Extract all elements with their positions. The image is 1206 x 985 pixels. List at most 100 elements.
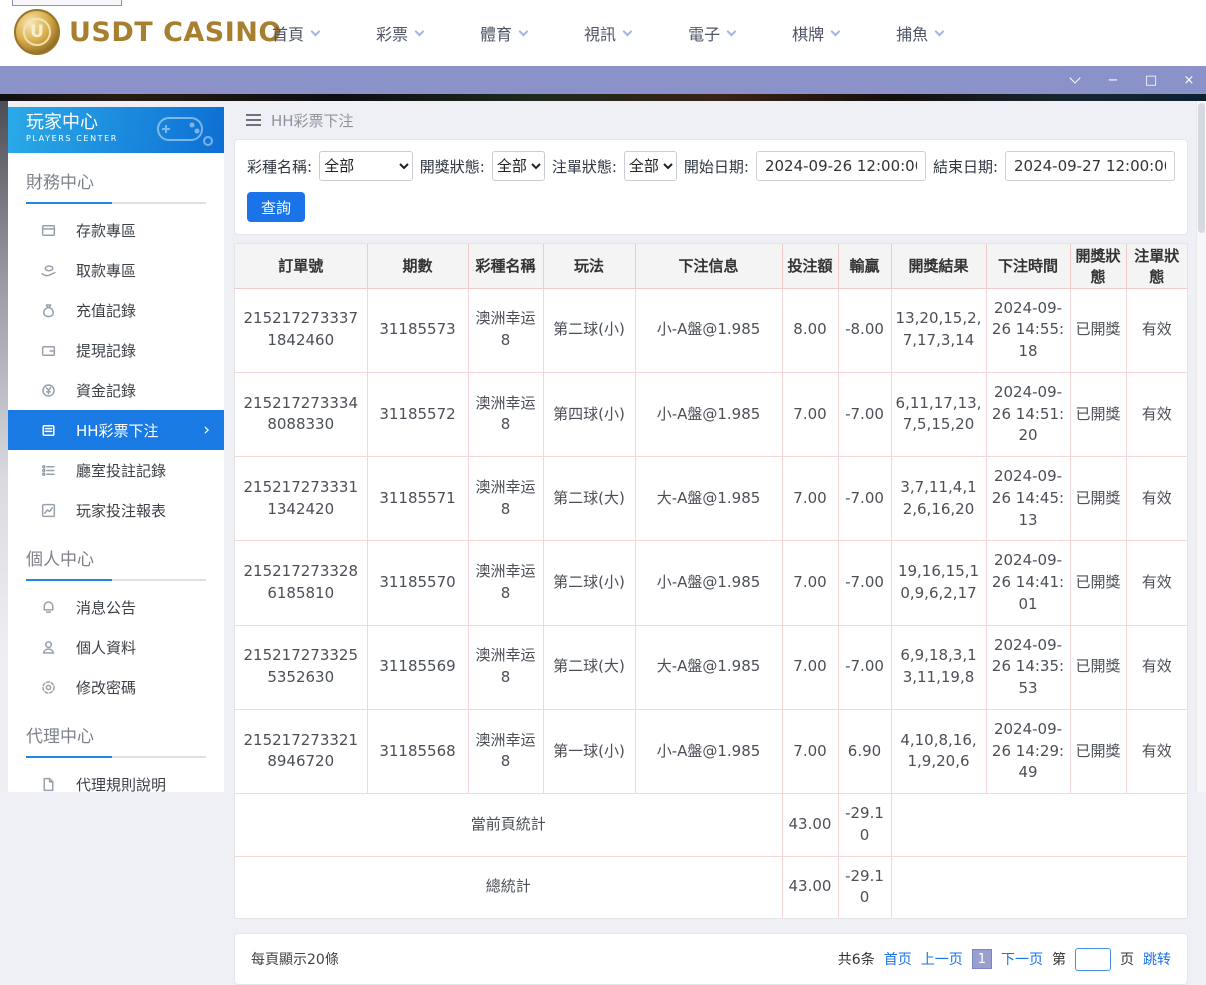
sidebar-section-title: 個人中心	[26, 550, 94, 570]
sidebar-item-代理規則說明[interactable]: 代理規則說明	[8, 764, 224, 804]
table-cell: 小-A盤@1.985	[634, 709, 782, 795]
vertical-scrollbar[interactable]	[1196, 101, 1206, 792]
table-cell: 31185573	[366, 288, 468, 373]
maximize-button[interactable]: □	[1142, 71, 1160, 89]
page-summary-row: 當前頁統計 43.00 -29.10	[235, 793, 1187, 857]
summary-bet-total: 43.00	[781, 856, 838, 918]
column-header-開獎狀態: 開獎狀態	[1069, 244, 1126, 289]
table-cell: 澳洲幸运8	[467, 709, 543, 795]
person-icon	[40, 639, 57, 656]
sidebar-section-head: 財務中心	[8, 153, 224, 204]
start-date-input[interactable]	[755, 151, 926, 181]
table-cell: 有效	[1125, 372, 1187, 458]
table-cell: 小-A盤@1.985	[634, 540, 782, 626]
sidebar-section-title: 財務中心	[26, 173, 94, 193]
sidebar-item-充值記錄[interactable]: 充值記錄	[8, 290, 224, 330]
nav-item-7[interactable]: 捕魚	[896, 21, 945, 45]
pager: 共6条 首页 上一页 1 下一页 第 页 跳转	[837, 947, 1171, 971]
sidebar-item-消息公告[interactable]: 消息公告	[8, 587, 224, 627]
section-divider	[26, 756, 206, 758]
page-jump-input[interactable]	[1075, 947, 1111, 971]
scrollbar-thumb[interactable]	[1198, 103, 1205, 233]
nav-item-label: 棋牌	[792, 25, 825, 44]
table-cell: -8.00	[837, 288, 891, 373]
sidebar-item-資金記錄[interactable]: 資金記錄	[8, 370, 224, 410]
nav-item-3[interactable]: 體育	[480, 21, 529, 45]
end-date-input[interactable]	[1005, 151, 1175, 181]
nav-item-label: 彩票	[376, 25, 409, 44]
coin-icon	[40, 382, 57, 399]
sidebar-section-title: 代理中心	[26, 727, 94, 747]
table-cell: 已開獎	[1069, 288, 1126, 373]
sidebar-item-玩家投注報表[interactable]: 玩家投注報表	[8, 490, 224, 530]
gear-icon	[40, 679, 57, 696]
nav-item-label: 首頁	[272, 25, 305, 44]
table-cell: 已開獎	[1069, 372, 1126, 458]
nav-item-4[interactable]: 視訊	[584, 21, 633, 45]
window-titlebar: − □ ×	[0, 66, 1206, 94]
sidebar-item-label: 消息公告	[76, 598, 137, 617]
menu-icon[interactable]	[246, 114, 261, 126]
table-cell: 2152172733286185810	[235, 540, 367, 626]
chevron-down-button[interactable]	[1066, 71, 1084, 89]
order-status-select[interactable]: 全部	[623, 151, 677, 181]
sidebar-item-提現記錄[interactable]: 提現記錄	[8, 330, 224, 370]
nav-item-6[interactable]: 棋牌	[792, 21, 841, 45]
bets-table-panel: 訂單號 期數 彩種名稱 玩法 下注信息 投注額 輸贏 開獎結果 下注時間 開獎狀態 注單狀態 215…	[234, 243, 1188, 919]
minimize-button[interactable]: −	[1104, 71, 1122, 89]
section-divider	[26, 202, 206, 204]
table-row: 2152172733348088330 31185572 澳洲幸运8 第四球(小) 小-…	[235, 372, 1187, 458]
table-cell: 2152172733218946720	[235, 709, 367, 795]
lottery-name-select[interactable]: 全部	[319, 151, 413, 181]
sidebar-item-取款專區[interactable]: 取款專區	[8, 250, 224, 290]
total-count: 共6条	[837, 952, 875, 968]
background-image-strip	[0, 94, 1206, 101]
sidebar-item-廳室投註記錄[interactable]: 廳室投註記錄	[8, 450, 224, 490]
table-cell: 7.00	[781, 372, 838, 458]
nav-item-label: 電子	[688, 25, 721, 44]
pagination-bar: 每頁顯示20條 共6条 首页 上一页 1 下一页 第 页 跳转	[234, 933, 1188, 985]
sidebar-item-存款專區[interactable]: 存款專區	[8, 210, 224, 250]
nav-item-5[interactable]: 電子	[688, 21, 737, 45]
table-cell: 3,7,11,4,12,6,16,20	[890, 456, 986, 542]
sidebar-item-修改密碼[interactable]: 修改密碼	[8, 667, 224, 707]
table-cell: 已開獎	[1069, 456, 1126, 542]
chevron-down-icon	[726, 26, 737, 36]
table-cell: 2152172733311342420	[235, 456, 367, 542]
table-cell: 8.00	[781, 288, 838, 373]
logo-text: USDT CASINO	[69, 16, 282, 48]
summary-winloss-total: -29.10	[837, 856, 891, 918]
wallet-icon	[40, 342, 57, 359]
prev-page-link[interactable]: 上一页	[921, 949, 963, 969]
column-header-注單狀態: 注單狀態	[1125, 244, 1187, 289]
first-page-link[interactable]: 首页	[884, 949, 912, 969]
filter-panel: 彩種名稱: 全部 開獎狀態: 全部 注單狀態: 全部 開始日期: 結束日期: 查…	[234, 139, 1188, 235]
table-cell: 第四球(小)	[542, 372, 635, 458]
sidebar-header: 玩家中心 PLAYERS CENTER	[8, 107, 224, 153]
bets-table: 訂單號 期數 彩種名稱 玩法 下注信息 投注額 輸贏 開獎結果 下注時間 開獎狀態 注單狀態 215…	[235, 244, 1187, 918]
sidebar-item-個人資料[interactable]: 個人資料	[8, 627, 224, 667]
column-header-訂單號: 訂單號	[235, 244, 367, 289]
table-cell: 有效	[1125, 625, 1187, 710]
search-button[interactable]: 查詢	[247, 192, 305, 222]
table-cell: 第二球(大)	[542, 625, 635, 710]
draw-status-select[interactable]: 全部	[491, 151, 545, 181]
hand-icon	[40, 262, 57, 279]
next-page-link[interactable]: 下一页	[1001, 949, 1043, 969]
clipboard-icon	[40, 462, 57, 479]
sidebar-item-HH彩票下注[interactable]: HH彩票下注 ›	[8, 410, 224, 450]
table-cell: 31185570	[366, 540, 468, 626]
chevron-down-icon	[414, 26, 425, 36]
sidebar-item-label: 玩家投注報表	[76, 501, 167, 520]
jump-button[interactable]: 跳转	[1143, 949, 1171, 969]
table-cell: -7.00	[837, 456, 891, 542]
current-page-badge[interactable]: 1	[971, 949, 992, 969]
nav-item-1[interactable]: 首頁	[272, 21, 321, 45]
table-cell: 2152172733371842460	[235, 288, 367, 373]
nav-item-2[interactable]: 彩票	[376, 21, 425, 45]
close-button[interactable]: ×	[1180, 71, 1198, 89]
column-header-開獎結果: 開獎結果	[890, 244, 986, 289]
table-cell: -7.00	[837, 540, 891, 626]
jump-label-after: 页	[1120, 952, 1134, 968]
summary-empty-cell	[890, 793, 1187, 857]
